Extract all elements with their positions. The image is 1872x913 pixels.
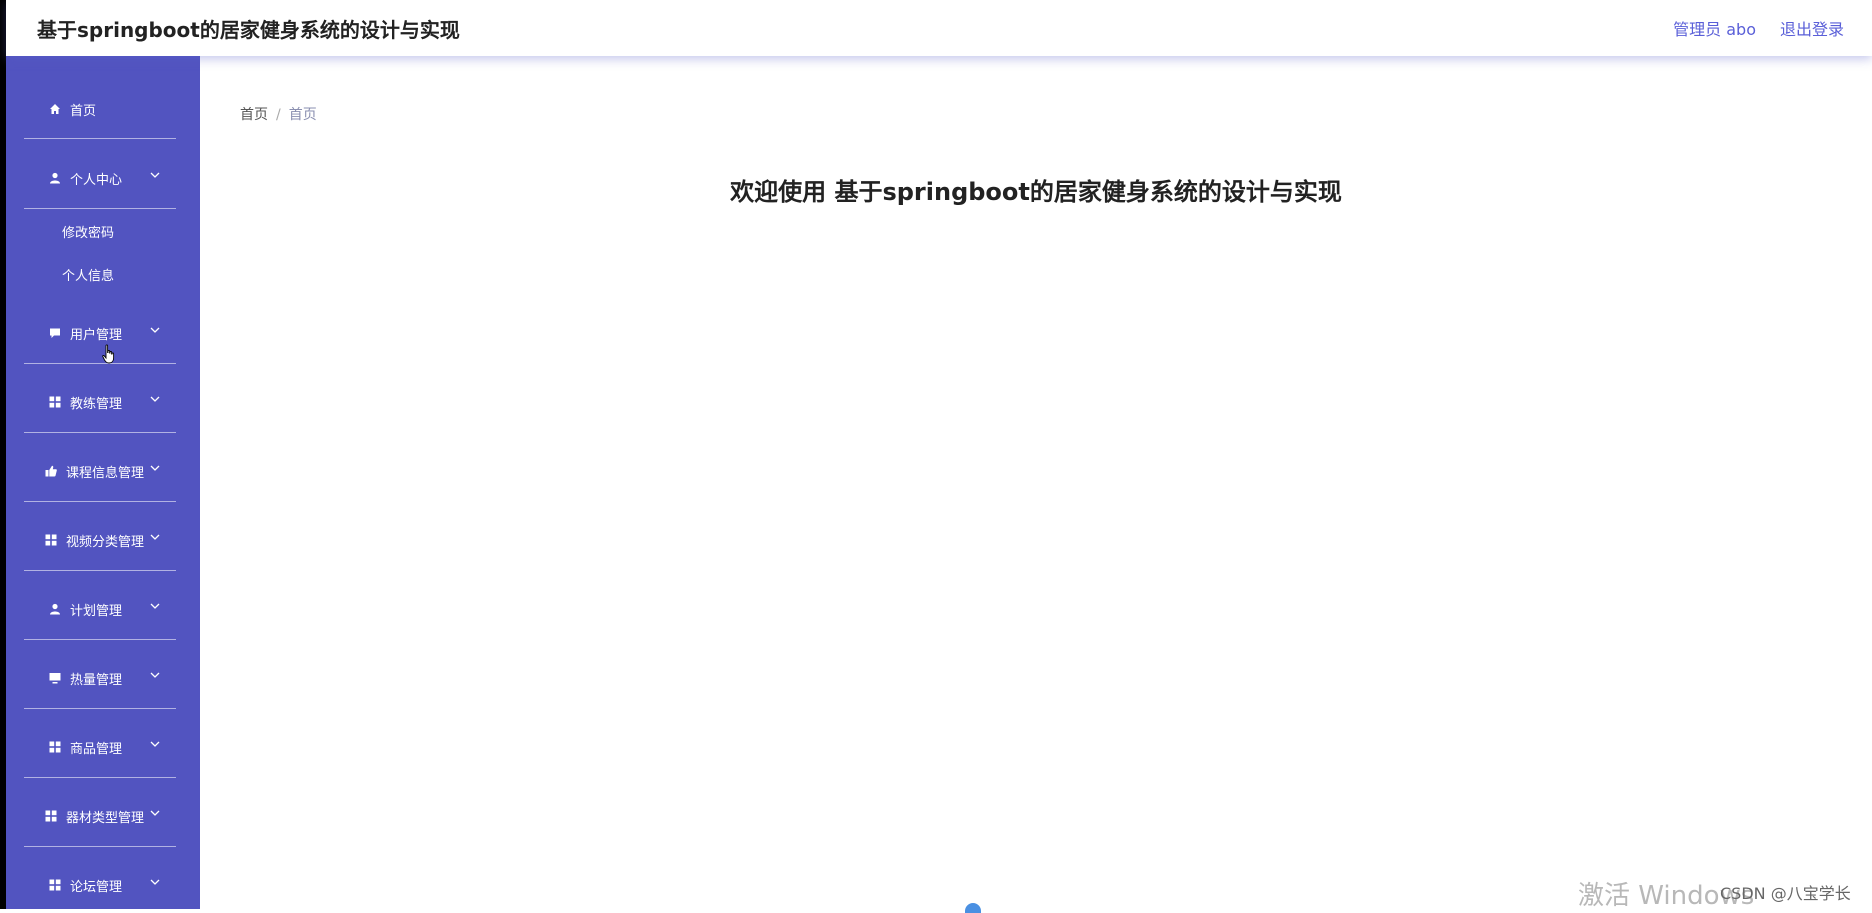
grid-icon [48,740,62,754]
divider [24,363,176,364]
divider [24,138,176,139]
sidebar-item-label: 商品管理 [70,741,123,757]
divider [24,639,176,640]
divider [24,708,176,709]
sidebar-item-equipment-type-management[interactable]: 器材类型管理 [6,796,200,836]
sidebar-item-personal-center[interactable]: 个人中心 [6,158,200,198]
csdn-watermark: CSDN @八宝学长 [1720,884,1851,903]
sidebar-item-product-management[interactable]: 商品管理 [6,727,200,767]
sidebar-item-home[interactable]: 首页 [6,89,200,129]
breadcrumb-home-link[interactable]: 首页 [240,107,268,123]
chevron-up-icon [150,168,160,182]
sidebar-item-label: 器材类型管理 [66,810,145,826]
chevron-down-icon [150,392,160,406]
submenu-item-change-password[interactable]: 修改密码 [62,222,114,241]
hand-cursor-icon [102,344,116,368]
divider [24,208,176,209]
breadcrumb-separator: / [276,107,281,123]
scroll-indicator[interactable] [965,903,981,913]
sidebar-item-label: 热量管理 [70,672,123,688]
divider [24,777,176,778]
chevron-down-icon [150,737,160,751]
home-icon [48,102,62,116]
chevron-down-icon [150,530,160,544]
chevron-down-icon [150,599,160,613]
grid-icon [48,878,62,892]
chat-icon [48,326,62,340]
sidebar-item-plan-management[interactable]: 计划管理 [6,589,200,629]
user-icon [48,171,62,185]
submenu-item-personal-info[interactable]: 个人信息 [62,265,114,284]
grid-icon [44,533,58,547]
divider [24,501,176,502]
sidebar-item-label: 用户管理 [70,327,123,343]
logout-button[interactable]: 退出登录 [1780,16,1844,40]
sidebar-item-label: 个人中心 [70,172,123,188]
top-actions: 管理员 abo 退出登录 [1673,16,1844,40]
breadcrumb: 首页 / 首页 [240,104,317,124]
top-bar: 基于springboot的居家健身系统的设计与实现 管理员 abo 退出登录 [6,0,1872,56]
sidebar-item-label: 计划管理 [70,603,123,619]
divider [24,432,176,433]
sidebar-item-forum-management[interactable]: 论坛管理 [6,865,200,905]
grid-icon [44,809,58,823]
chevron-down-icon [150,323,160,337]
sidebar-item-label: 首页 [70,103,97,119]
chevron-down-icon [150,806,160,820]
user-icon [48,602,62,616]
sidebar-item-coach-management[interactable]: 教练管理 [6,382,200,422]
sidebar-item-calorie-management[interactable]: 热量管理 [6,658,200,698]
sidebar: 首页 个人中心 修改密码 个人信息 用户管理 教练管理 课程信息管理 视频分类管… [6,56,200,909]
monitor-icon [48,671,62,685]
thumbs-up-icon [44,464,58,478]
current-user-label[interactable]: 管理员 abo [1673,16,1756,40]
sidebar-item-video-category-management[interactable]: 视频分类管理 [6,520,200,560]
sidebar-item-label: 论坛管理 [70,879,123,895]
app-title: 基于springboot的居家健身系统的设计与实现 [37,18,460,42]
welcome-heading: 欢迎使用 基于springboot的居家健身系统的设计与实现 [730,178,1342,206]
sidebar-item-course-management[interactable]: 课程信息管理 [6,451,200,491]
sidebar-item-label: 教练管理 [70,396,123,412]
chevron-down-icon [150,875,160,889]
chevron-down-icon [150,461,160,475]
chevron-down-icon [150,668,160,682]
sidebar-item-label: 视频分类管理 [66,534,145,550]
grid-icon [48,395,62,409]
main-content: 首页 / 首页 欢迎使用 基于springboot的居家健身系统的设计与实现 [200,56,1872,909]
divider [24,846,176,847]
sidebar-item-label: 课程信息管理 [66,465,145,481]
breadcrumb-current: 首页 [288,107,317,123]
divider [24,570,176,571]
